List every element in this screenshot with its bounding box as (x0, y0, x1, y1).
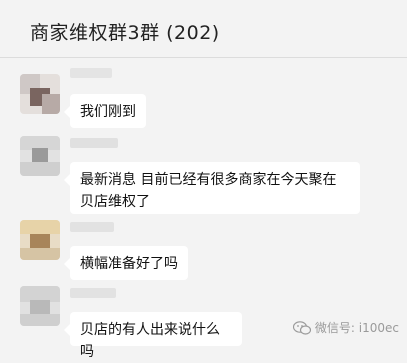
message-text: 横幅准备好了吗 (80, 256, 178, 272)
watermark: 微信号: i100ec (292, 319, 399, 336)
chat-header: 商家维权群3群 (202) (0, 0, 407, 58)
message-bubble[interactable]: 最新消息 目前已经有很多商家在今天聚在贝店维权了 (64, 162, 360, 214)
sender-name-blurred (70, 68, 112, 78)
wechat-icon (292, 320, 311, 335)
chat-title: 商家维权群3群 (202) (30, 22, 220, 44)
sender-name-blurred (70, 222, 114, 232)
avatar[interactable] (20, 74, 60, 114)
message-bubble[interactable]: 横幅准备好了吗 (64, 246, 188, 280)
message-item: 横幅准备好了吗 (0, 218, 407, 280)
avatar[interactable] (20, 220, 60, 260)
sender-name-blurred (70, 288, 116, 298)
message-item: 最新消息 目前已经有很多商家在今天聚在贝店维权了 (0, 134, 407, 214)
message-bubble[interactable]: 我们刚到 (64, 94, 146, 128)
avatar[interactable] (20, 286, 60, 326)
avatar[interactable] (20, 136, 60, 176)
message-item: 我们刚到 (0, 62, 407, 132)
message-text: 我们刚到 (80, 104, 136, 120)
message-text: 最新消息 目前已经有很多商家在今天聚在贝店维权了 (80, 172, 337, 210)
message-text: 贝店的有人出来说什么吗 (80, 322, 220, 360)
watermark-text: 微信号: i100ec (314, 321, 399, 335)
message-bubble[interactable]: 贝店的有人出来说什么吗 (64, 312, 242, 360)
sender-name-blurred (70, 138, 118, 148)
